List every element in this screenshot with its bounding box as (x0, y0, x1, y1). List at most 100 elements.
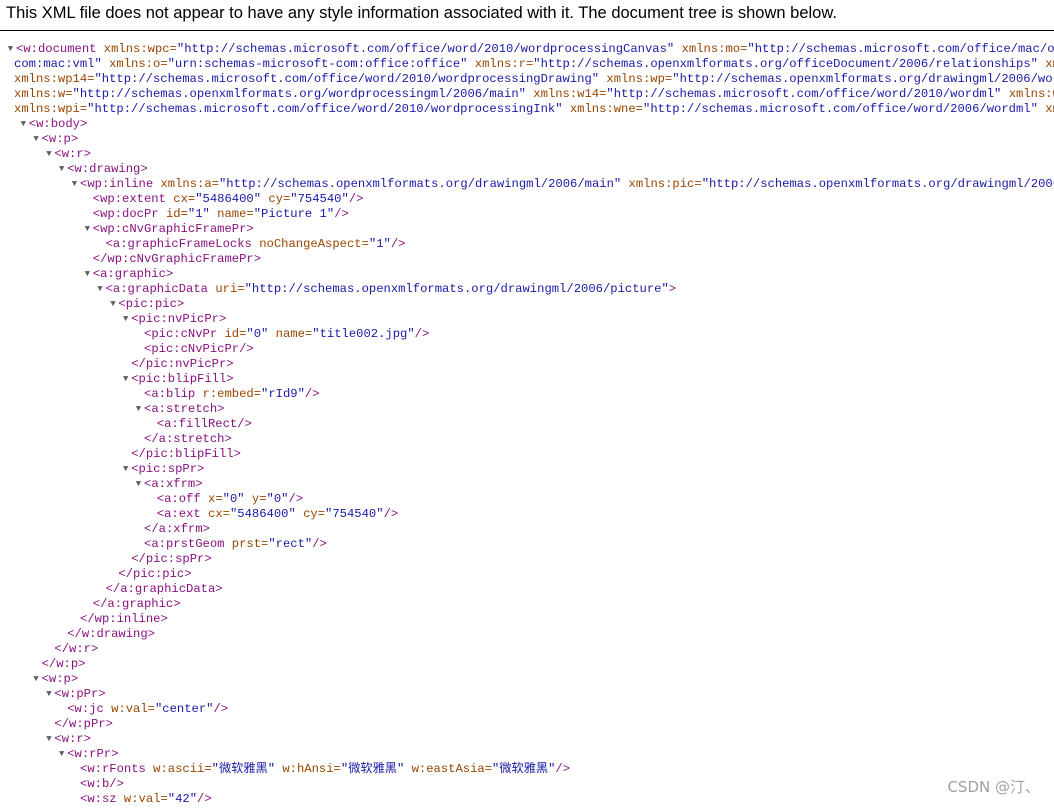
xml-line-content: </w:drawing> (67, 627, 155, 642)
xml-tag-text: <a:graphicFrameLocks (105, 237, 260, 251)
xml-tree-line: ▼ <w:r> (0, 147, 1054, 162)
xml-line-content: <a:graphicFrameLocks noChangeAspect="1"/… (106, 237, 406, 252)
xml-tag-text: <a:blip (144, 387, 203, 401)
xml-attribute-name: xmlns:pic= (628, 177, 702, 191)
xml-attribute-value: "http://schemas.microsoft.com/office/wor… (94, 72, 607, 86)
collapse-triangle-icon[interactable]: ▼ (6, 42, 15, 57)
xml-attribute-value: "微软雅黑" (340, 762, 412, 776)
xml-tree-line: <w:rFonts w:ascii="微软雅黑" w:hAnsi="微软雅黑" … (0, 762, 1054, 777)
xml-attribute-name: uri= (215, 282, 245, 296)
xml-tag-text: <w:rFonts (80, 762, 154, 776)
collapse-triangle-icon[interactable]: ▼ (19, 117, 28, 132)
xml-tag-text: <a:stretch> (144, 402, 225, 416)
xml-attribute-name: xmlns:a= (160, 177, 219, 191)
collapse-triangle-icon[interactable]: ▼ (121, 372, 130, 387)
xml-tag-text: </pic:blipFill> (131, 447, 241, 461)
xml-tree-line: </pic:blipFill> (0, 447, 1054, 462)
xml-line-content: xmlns:wpi= "http://schemas.microsoft.com/… (14, 102, 1054, 117)
xml-tree-line: <wp:docPr id="1" name="Picture 1"/> (0, 207, 1054, 222)
xml-tag-text: /> (334, 207, 349, 221)
xml-tree-line: ▼ <w:r> (0, 732, 1054, 747)
xml-attribute-name: xmlns:wp= (606, 72, 673, 86)
xml-tree-line: com:mac:vml" xmlns:o="urn:schemas-micros… (0, 57, 1054, 72)
xml-tag-text: </a:graphicData> (105, 582, 223, 596)
xml-tag-text: </w:pPr> (54, 717, 113, 731)
collapse-triangle-icon[interactable]: ▼ (108, 297, 117, 312)
xml-line-content: <a:graphic> (93, 267, 173, 282)
xml-tree-line: ▼ <w:drawing> (0, 162, 1054, 177)
collapse-triangle-icon[interactable]: ▼ (83, 267, 92, 282)
xml-tree-line: xmlns:wpi= "http://schemas.microsoft.com/… (0, 102, 1054, 117)
xml-tag-text: <a:off (156, 492, 208, 506)
xml-attribute-name: xmlns:w14= (533, 87, 607, 101)
xml-tree-line: </w:drawing> (0, 627, 1054, 642)
xml-document-tree: ▼ <w:document xmlns:wpc="http://schemas.m… (0, 42, 1054, 807)
xml-line-content: </w:pPr> (54, 717, 113, 732)
collapse-triangle-icon[interactable]: ▼ (32, 132, 41, 147)
collapse-triangle-icon[interactable]: ▼ (57, 162, 66, 177)
xml-tree-line: ▼ <a:xfrm> (0, 477, 1054, 492)
xml-line-content: <a:off x="0" y="0"/> (157, 492, 303, 507)
xml-attribute-name: xmlns:wne= (569, 102, 643, 116)
collapse-triangle-icon[interactable]: ▼ (44, 732, 53, 747)
xml-tag-text: <a:fillRect/> (156, 417, 252, 431)
xml-attribute-name: w:val= (111, 702, 155, 716)
xml-tree-line: <pic:cNvPicPr/> (0, 342, 1054, 357)
collapse-triangle-icon[interactable]: ▼ (121, 312, 130, 327)
xml-tree-line: ▼ <w:body> (0, 117, 1054, 132)
xml-attribute-value: "title002.jpg" (312, 327, 415, 341)
xml-tree-line: ▼ <a:graphic> (0, 267, 1054, 282)
xml-attribute-value: com:mac:vml" (14, 57, 110, 71)
collapse-triangle-icon[interactable]: ▼ (57, 747, 66, 762)
xml-attribute-value: "http://schemas.microsoft.com/office/wor… (643, 102, 1046, 116)
xml-line-content: <wp:docPr id="1" name="Picture 1"/> (93, 207, 349, 222)
xml-attribute-name: x= (208, 492, 223, 506)
xml-line-content: </w:p> (42, 657, 86, 672)
xml-line-content: <pic:pic> (118, 297, 184, 312)
xml-tag-text: <wp:extent (92, 192, 174, 206)
xml-attribute-value: "754540" (290, 192, 349, 206)
xml-tag-text: <pic:cNvPicPr/> (144, 342, 254, 356)
xml-tag-text: /> (312, 537, 327, 551)
xml-tree-line: </w:pPr> (0, 717, 1054, 732)
xml-tag-text: <a:xfrm> (144, 477, 203, 491)
xml-tree-line: </w:r> (0, 642, 1054, 657)
xml-attribute-name: xmlns:wpi= (14, 102, 88, 116)
collapse-triangle-icon[interactable]: ▼ (44, 147, 53, 162)
xml-tree-line: ▼ <pic:blipFill> (0, 372, 1054, 387)
xml-line-content: <wp:inline xmlns:a= "http://schemas.openx… (80, 177, 1054, 192)
xml-attribute-value: "http://schemas.microsoft.com/office/wor… (606, 87, 1009, 101)
xml-tag-text: </w:drawing> (67, 627, 155, 641)
watermark: CSDN @汀、 (947, 778, 1040, 796)
xml-tree-line: <a:ext cx="5486400" cy="754540"/> (0, 507, 1054, 522)
xml-tag-text: <w:p> (41, 132, 79, 146)
collapse-triangle-icon[interactable]: ▼ (121, 462, 130, 477)
xml-attribute-value: "http://schemas.openxmlformats.org/drawi… (701, 177, 1054, 191)
xml-line-content: <w:b/> (80, 777, 124, 792)
xml-tree-line: </a:graphic> (0, 597, 1054, 612)
xml-tree-line: ▼ <wp:cNvGraphicFramePr> (0, 222, 1054, 237)
xml-tag-text: <w:rPr> (67, 747, 119, 761)
xml-tag-text: <wp:inline (80, 177, 161, 191)
xml-line-content: <a:ext cx="5486400" cy="754540"/> (157, 507, 398, 522)
xml-tree-line: </pic:nvPicPr> (0, 357, 1054, 372)
collapse-triangle-icon[interactable]: ▼ (134, 477, 143, 492)
xml-tag-text: /> (555, 762, 571, 776)
xml-tag-text: <wp:docPr (92, 207, 166, 221)
xml-tree-line: <a:off x="0" y="0"/> (0, 492, 1054, 507)
collapse-triangle-icon[interactable]: ▼ (44, 687, 53, 702)
xml-line-content: </a:graphic> (93, 597, 181, 612)
xml-tree-line: </pic:spPr> (0, 552, 1054, 567)
xml-line-content: <a:blip r:embed="rId9"/> (144, 387, 320, 402)
collapse-triangle-icon[interactable]: ▼ (134, 402, 143, 417)
xml-tag-text: </w:r> (54, 642, 99, 656)
xml-tag-text: <wp:cNvGraphicFramePr> (92, 222, 254, 236)
xml-attribute-name: xmlns:wpc= (103, 42, 177, 56)
xml-tree-line: <a:fillRect/> (0, 417, 1054, 432)
xml-tag-text: /> (383, 507, 399, 521)
collapse-triangle-icon[interactable]: ▼ (70, 177, 79, 192)
collapse-triangle-icon[interactable]: ▼ (83, 222, 92, 237)
xml-tag-text: /> (390, 237, 406, 251)
collapse-triangle-icon[interactable]: ▼ (32, 672, 41, 687)
collapse-triangle-icon[interactable]: ▼ (96, 282, 105, 297)
